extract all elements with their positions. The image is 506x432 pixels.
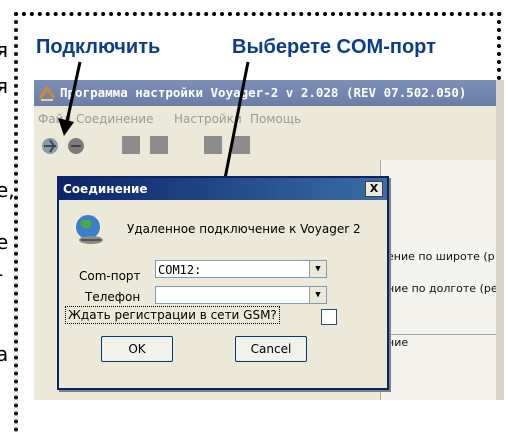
toolbar-button[interactable] — [150, 136, 168, 154]
app-titlebar: Программа настройки Voyager-2 v 2.028 (R… — [34, 80, 504, 106]
chevron-down-icon[interactable]: ▼ — [309, 261, 326, 277]
callout-choose-port: Выберете COM-порт — [232, 36, 436, 58]
menu-item-settings[interactable]: Настройки — [174, 108, 242, 130]
frame-left-border — [14, 12, 18, 432]
connection-dialog: Соединение X Удаленное подключение к Voy… — [57, 176, 389, 390]
setting-latitude: ение по широте (р — [387, 250, 495, 263]
app-title: Программа настройки Voyager-2 v 2.028 (R… — [60, 85, 467, 100]
app-icon — [38, 85, 56, 101]
setting-longitude: ние по долготе (ре — [387, 282, 498, 295]
left-text-fragment: е, — [0, 178, 15, 202]
panel-divider — [391, 334, 504, 335]
disconnect-icon[interactable] — [66, 136, 86, 156]
toolbar — [34, 132, 504, 158]
dialog-message: Удаленное подключение к Voyager 2 — [127, 222, 361, 236]
settings-panel: ение по широте (р ние по долготе (ре ние — [380, 160, 504, 400]
phone-select[interactable]: ▼ — [155, 286, 327, 304]
close-icon: X — [369, 182, 379, 195]
gsm-wait-checkbox[interactable] — [321, 309, 337, 325]
dialog-titlebar: Соединение X — [59, 178, 387, 200]
comport-label: Com-порт — [79, 269, 141, 283]
setting-group-label: ние — [387, 336, 409, 349]
left-text-fragment: а — [0, 342, 9, 366]
connect-icon[interactable] — [40, 136, 60, 156]
left-text-fragment: я — [0, 74, 9, 98]
frame-top-border — [14, 12, 502, 16]
gsm-wait-label: Ждать регистрации в сети GSM? — [65, 306, 280, 324]
close-button[interactable]: X — [365, 181, 383, 197]
scrollbar[interactable] — [496, 80, 504, 400]
remote-connection-icon — [76, 215, 103, 244]
comport-value: COM12: — [158, 263, 202, 277]
toolbar-button[interactable] — [232, 136, 250, 154]
menu-item-connection[interactable]: Соединение — [76, 108, 153, 130]
toolbar-button[interactable] — [122, 136, 140, 154]
left-text-fragment: - — [0, 262, 3, 286]
phone-label: Телефон — [85, 290, 141, 304]
callout-connect: Подключить — [36, 36, 161, 58]
left-text-fragment: я — [0, 38, 9, 62]
toolbar-button[interactable] — [204, 136, 222, 154]
menu-item-help[interactable]: Помощь — [250, 108, 301, 130]
dialog-title: Соединение — [63, 182, 148, 196]
left-text-fragment: е — [0, 230, 9, 254]
ok-button[interactable]: OK — [101, 336, 173, 362]
chevron-down-icon[interactable]: ▼ — [309, 287, 326, 303]
menu-item-file[interactable]: Файл — [38, 108, 71, 130]
comport-select[interactable]: COM12: ▼ — [155, 260, 327, 278]
cancel-button[interactable]: Cancel — [235, 336, 307, 362]
